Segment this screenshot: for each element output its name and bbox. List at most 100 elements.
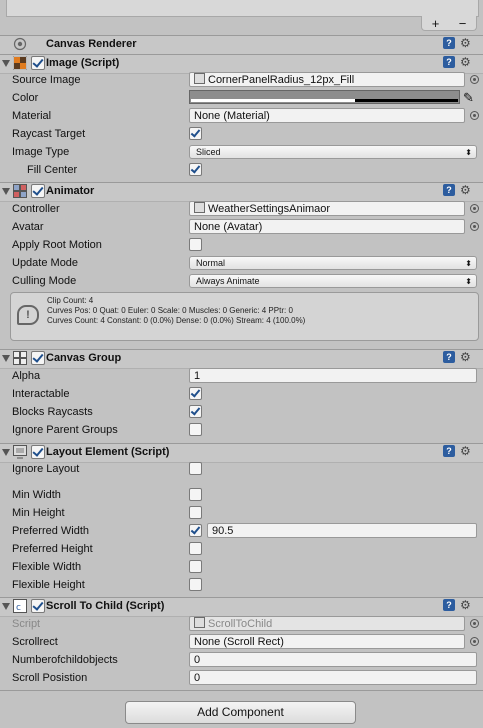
enabled-checkbox[interactable]: [31, 445, 45, 459]
material-field[interactable]: None (Material): [189, 108, 465, 123]
field-label: Source Image: [12, 74, 81, 86]
gear-icon[interactable]: ⚙: [460, 351, 473, 364]
pref-width-field[interactable]: 90.5: [207, 523, 477, 538]
pref-width-checkbox[interactable]: [189, 524, 202, 537]
fold-arrow-icon[interactable]: [2, 603, 10, 610]
component-title: Canvas Renderer: [46, 38, 137, 50]
help-book-icon[interactable]: ?: [443, 37, 455, 49]
gear-icon[interactable]: ⚙: [460, 599, 473, 612]
component-title: Scroll To Child (Script): [46, 600, 165, 612]
fold-arrow-icon[interactable]: [2, 355, 10, 362]
gear-icon[interactable]: ⚙: [460, 37, 473, 50]
field-label: Interactable: [12, 388, 70, 400]
field-label: Fill Center: [27, 164, 78, 176]
info-line: Clip Count: 4: [47, 296, 94, 305]
numchild-field[interactable]: 0: [189, 652, 477, 667]
controller-field[interactable]: WeatherSettingsAnimaor: [189, 201, 465, 216]
animator-header[interactable]: Animator ? ⚙: [0, 182, 483, 202]
divider: [0, 690, 483, 691]
avatar-field[interactable]: None (Avatar): [189, 219, 465, 234]
raycast-checkbox[interactable]: [189, 127, 202, 140]
fill-center-row: Fill Center: [0, 162, 483, 180]
dropdown-arrow-icon: ⬍: [465, 148, 472, 157]
image-type-dropdown[interactable]: Sliced ⬍: [189, 145, 477, 159]
help-book-icon[interactable]: ?: [443, 599, 455, 611]
field-label: Min Width: [12, 489, 61, 501]
blocks-raycasts-checkbox[interactable]: [189, 405, 202, 418]
component-title: Layout Element (Script): [46, 446, 170, 458]
apply-root-checkbox[interactable]: [189, 238, 202, 251]
scrollrect-row: Scrollrect None (Scroll Rect): [0, 634, 483, 652]
object-picker-icon[interactable]: [470, 75, 479, 84]
min-height-checkbox[interactable]: [189, 506, 202, 519]
enabled-checkbox[interactable]: [31, 184, 45, 198]
gear-icon[interactable]: ⚙: [460, 445, 473, 458]
object-picker-icon: [470, 619, 479, 628]
help-book-icon[interactable]: ?: [443, 351, 455, 363]
object-picker-icon[interactable]: [470, 111, 479, 120]
gear-icon[interactable]: ⚙: [460, 56, 473, 69]
animator-icon: [13, 184, 27, 198]
field-value: CornerPanelRadius_12px_Fill: [208, 74, 355, 86]
object-picker-icon[interactable]: [470, 204, 479, 213]
field-label: Min Height: [12, 507, 65, 519]
field-value: ScrollToChild: [208, 618, 273, 630]
info-line: Curves Pos: 0 Quat: 0 Euler: 0 Scale: 0 …: [47, 306, 293, 315]
image-header[interactable]: Image (Script) ? ⚙: [0, 54, 483, 74]
field-label: Flexible Width: [12, 561, 82, 573]
image-type-row: Image Type Sliced ⬍: [0, 144, 483, 162]
ignore-layout-checkbox[interactable]: [189, 462, 202, 475]
flex-height-checkbox[interactable]: [189, 578, 202, 591]
material-row: Material None (Material): [0, 108, 483, 126]
interactable-checkbox[interactable]: [189, 387, 202, 400]
flex-width-row: Flexible Width: [0, 559, 483, 577]
update-mode-dropdown[interactable]: Normal ⬍: [189, 256, 477, 270]
culling-mode-dropdown[interactable]: Always Animate ⬍: [189, 274, 477, 288]
canvas-renderer-icon: [13, 37, 27, 51]
min-width-checkbox[interactable]: [189, 488, 202, 501]
plus-button[interactable]: +: [432, 16, 440, 31]
enabled-checkbox[interactable]: [31, 351, 45, 365]
canvas-renderer-header[interactable]: Canvas Renderer ? ⚙: [0, 35, 483, 55]
scroll-to-child-header[interactable]: c Scroll To Child (Script) ? ⚙: [0, 597, 483, 617]
field-label: Material: [12, 110, 52, 122]
source-image-field[interactable]: CornerPanelRadius_12px_Fill: [189, 72, 465, 87]
gear-icon[interactable]: ⚙: [460, 184, 473, 197]
field-label: Controller: [12, 203, 60, 215]
help-book-icon[interactable]: ?: [443, 445, 455, 457]
help-book-icon[interactable]: ?: [443, 56, 455, 68]
alpha-field[interactable]: 1: [189, 368, 477, 383]
minus-button[interactable]: −: [459, 16, 467, 31]
pref-height-checkbox[interactable]: [189, 542, 202, 555]
script-file-icon: [194, 617, 205, 628]
scrollrect-field[interactable]: None (Scroll Rect): [189, 634, 465, 649]
enabled-checkbox[interactable]: [31, 599, 45, 613]
pref-height-row: Preferred Height: [0, 541, 483, 559]
pref-width-row: Preferred Width 90.5: [0, 523, 483, 541]
field-value: WeatherSettingsAnimaor: [208, 203, 331, 215]
color-swatch[interactable]: [189, 90, 460, 104]
list-box: [6, 0, 479, 17]
fold-arrow-icon[interactable]: [2, 60, 10, 67]
layout-element-header[interactable]: Layout Element (Script) ? ⚙: [0, 443, 483, 463]
object-picker-icon[interactable]: [470, 637, 479, 646]
help-book-icon[interactable]: ?: [443, 184, 455, 196]
field-label: Numberofchildobjects: [12, 654, 118, 666]
canvas-group-header[interactable]: Canvas Group ? ⚙: [0, 349, 483, 369]
enabled-checkbox[interactable]: [31, 56, 45, 70]
field-label: Apply Root Motion: [12, 239, 102, 251]
ignore-parent-checkbox[interactable]: [189, 423, 202, 436]
color-row: Color ✎: [0, 90, 483, 108]
fold-arrow-icon[interactable]: [2, 449, 10, 456]
animator-info-box: ! Clip Count: 4 Curves Pos: 0 Quat: 0 Eu…: [10, 292, 479, 341]
ignore-layout-row: Ignore Layout: [0, 461, 483, 479]
ignore-parent-row: Ignore Parent Groups: [0, 422, 483, 440]
scrollpos-field[interactable]: 0: [189, 670, 477, 685]
fill-center-checkbox[interactable]: [189, 163, 202, 176]
fold-arrow-icon[interactable]: [2, 188, 10, 195]
add-component-button[interactable]: Add Component: [125, 701, 356, 724]
object-picker-icon[interactable]: [470, 222, 479, 231]
flex-width-checkbox[interactable]: [189, 560, 202, 573]
animator-controller-icon: [194, 202, 205, 213]
eyedropper-icon[interactable]: ✎: [463, 90, 474, 106]
